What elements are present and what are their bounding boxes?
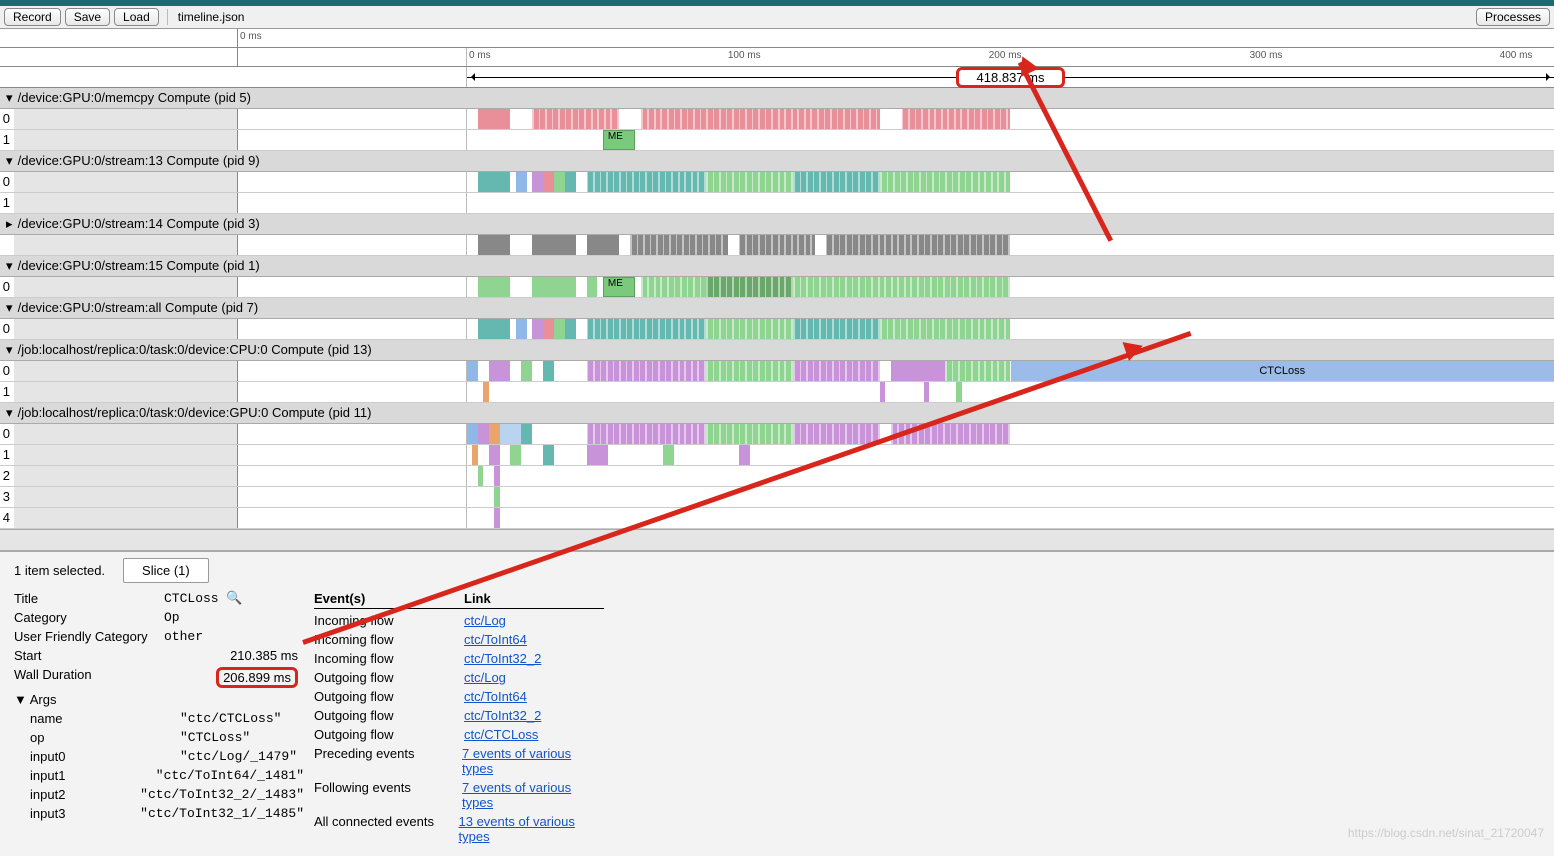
process-header[interactable]: ▾ /device:GPU:0/memcpy Compute (pid 5) xyxy=(0,88,1554,109)
tracks-footer xyxy=(0,529,1554,550)
track[interactable] xyxy=(467,319,1554,339)
prop-row: TitleCTCLoss 🔍 xyxy=(14,589,304,608)
tracks[interactable]: ▾ /device:GPU:0/memcpy Compute (pid 5)01… xyxy=(0,88,1554,529)
event-row: All connected events13 events of various… xyxy=(314,812,604,846)
arg-row: input1"ctc/ToInt64/_1481" xyxy=(14,766,304,785)
process-header[interactable]: ▾ /device:GPU:0/stream:all Compute (pid … xyxy=(0,298,1554,319)
record-button[interactable]: Record xyxy=(4,8,61,26)
prop-row: CategoryOp xyxy=(14,608,304,627)
events-column: Event(s)LinkIncoming flowctc/LogIncoming… xyxy=(314,589,604,846)
track[interactable]: ME xyxy=(467,130,1554,150)
track[interactable] xyxy=(467,382,1554,402)
search-icon[interactable]: 🔍 xyxy=(226,591,242,606)
tick-label: 0 ms xyxy=(240,31,262,42)
time-ruler[interactable]: 0 ms 100 ms 200 ms 300 ms 400 ms xyxy=(0,48,1554,67)
toolbar: Record Save Load Processes xyxy=(0,6,1554,29)
event-link[interactable]: ctc/ToInt64 xyxy=(464,632,527,647)
watermark: https://blog.csdn.net/sinat_21720047 xyxy=(1348,826,1544,840)
track[interactable]: ME xyxy=(467,277,1554,297)
process-header[interactable]: ▾ /job:localhost/replica:0/task:0/device… xyxy=(0,403,1554,424)
arg-row: name"ctc/CTCLoss" xyxy=(14,709,304,728)
arg-row: op"CTCLoss" xyxy=(14,728,304,747)
ctcloss-slice[interactable]: CTCLoss xyxy=(1011,361,1554,381)
separator xyxy=(167,9,168,25)
process-header[interactable]: ▾ /device:GPU:0/stream:15 Compute (pid 1… xyxy=(0,256,1554,277)
overview-ruler: 0 ms xyxy=(0,29,1554,48)
prop-row: User Friendly Categoryother xyxy=(14,627,304,646)
track[interactable] xyxy=(467,466,1554,486)
track[interactable] xyxy=(467,235,1554,255)
event-row: Incoming flowctc/ToInt64 xyxy=(314,630,604,649)
slice-tab[interactable]: Slice (1) xyxy=(123,558,209,583)
process-header[interactable]: ▾ /job:localhost/replica:0/task:0/device… xyxy=(0,340,1554,361)
event-link[interactable]: ctc/ToInt64 xyxy=(464,689,527,704)
track[interactable] xyxy=(467,487,1554,507)
event-link[interactable]: ctc/Log xyxy=(464,670,506,685)
event-row: Following events7 events of various type… xyxy=(314,778,604,812)
event-row: Outgoing flowctc/ToInt32_2 xyxy=(314,706,604,725)
event-link[interactable]: 7 events of various types xyxy=(462,780,604,810)
processes-button[interactable]: Processes xyxy=(1476,8,1550,26)
details-panel: 1 item selected. Slice (1) TitleCTCLoss … xyxy=(0,550,1554,856)
selection-count: 1 item selected. xyxy=(14,563,105,578)
arg-row: input3"ctc/ToInt32_1/_1485" xyxy=(14,804,304,823)
track[interactable] xyxy=(467,508,1554,528)
process-header[interactable]: ▾ /device:GPU:0/stream:13 Compute (pid 9… xyxy=(0,151,1554,172)
arg-row: input2"ctc/ToInt32_2/_1483" xyxy=(14,785,304,804)
tick-label: 400 ms xyxy=(1500,50,1533,61)
event-row: Outgoing flowctc/CTCLoss xyxy=(314,725,604,744)
tick-label: 0 ms xyxy=(469,50,491,61)
event-row: Outgoing flowctc/ToInt64 xyxy=(314,687,604,706)
range-label: 418.837 ms xyxy=(956,67,1066,88)
event-link[interactable]: ctc/CTCLoss xyxy=(464,727,538,742)
track[interactable] xyxy=(467,109,1554,129)
event-row: Outgoing flowctc/Log xyxy=(314,668,604,687)
event-link[interactable]: ctc/ToInt32_2 xyxy=(464,708,541,723)
event-row: Preceding events7 events of various type… xyxy=(314,744,604,778)
prop-row: Wall Duration206.899 ms xyxy=(14,665,304,690)
me-slice[interactable]: ME xyxy=(603,130,636,150)
event-link[interactable]: 13 events of various types xyxy=(459,814,605,844)
event-link[interactable]: ctc/ToInt32_2 xyxy=(464,651,541,666)
events-header: Event(s)Link xyxy=(314,589,604,609)
event-link[interactable]: ctc/Log xyxy=(464,613,506,628)
props-column: TitleCTCLoss 🔍CategoryOpUser Friendly Ca… xyxy=(14,589,304,823)
file-input[interactable] xyxy=(176,8,380,26)
load-button[interactable]: Load xyxy=(114,8,159,26)
me-slice[interactable]: ME xyxy=(603,277,636,297)
tick-label: 100 ms xyxy=(728,50,761,61)
tick-label: 200 ms xyxy=(989,50,1022,61)
save-button[interactable]: Save xyxy=(65,8,110,26)
event-row: Incoming flowctc/ToInt32_2 xyxy=(314,649,604,668)
range-indicator: 418.837 ms xyxy=(0,67,1554,88)
track[interactable]: CTCLoss xyxy=(467,361,1554,381)
track[interactable] xyxy=(467,424,1554,444)
event-link[interactable]: 7 events of various types xyxy=(462,746,604,776)
track[interactable] xyxy=(467,172,1554,192)
prop-row: Start210.385 ms xyxy=(14,646,304,665)
arg-row: input0"ctc/Log/_1479" xyxy=(14,747,304,766)
tick-label: 300 ms xyxy=(1250,50,1283,61)
event-row: Incoming flowctc/Log xyxy=(314,611,604,630)
track[interactable] xyxy=(467,445,1554,465)
process-header[interactable]: ▸ /device:GPU:0/stream:14 Compute (pid 3… xyxy=(0,214,1554,235)
track[interactable] xyxy=(467,193,1554,213)
args-header[interactable]: ▼ Args xyxy=(14,690,304,709)
